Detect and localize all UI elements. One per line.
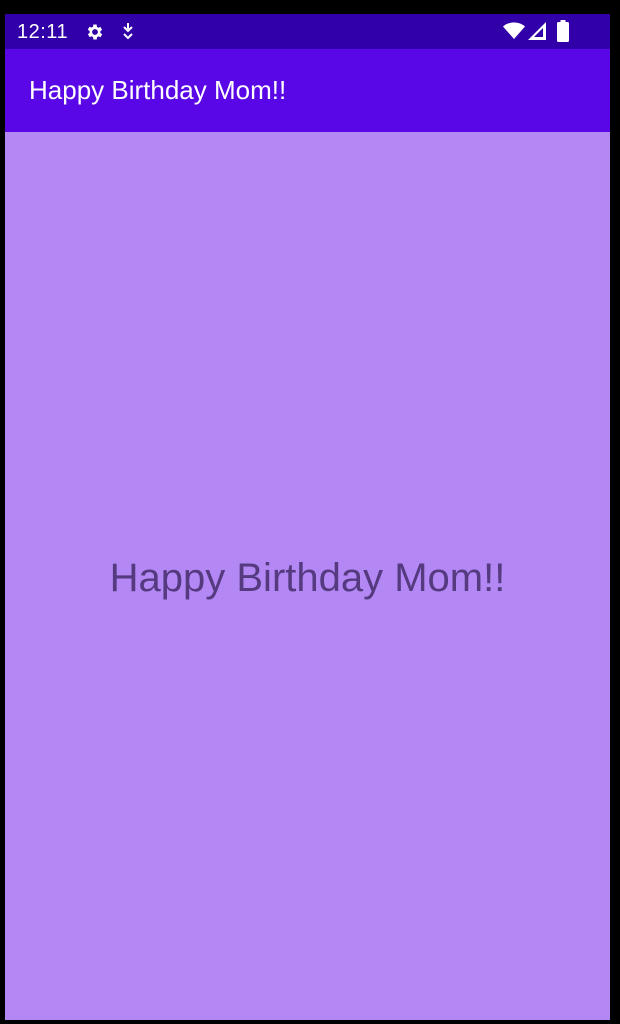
cell-signal-icon [528, 22, 546, 40]
main-content: Happy Birthday Mom!! [5, 132, 610, 1020]
phone-screen: 12:11 Happy Birthday Mom!! Happy Birthda… [5, 14, 610, 1020]
birthday-message: Happy Birthday Mom!! [109, 556, 506, 600]
app-title: Happy Birthday Mom!! [29, 75, 287, 105]
app-bar: Happy Birthday Mom!! [5, 49, 610, 132]
status-time: 12:11 [17, 21, 69, 43]
status-bar: 12:11 [5, 14, 610, 49]
wifi-icon [503, 22, 525, 39]
download-arrow-icon [123, 23, 133, 40]
battery-icon [557, 20, 569, 42]
gear-icon [87, 24, 103, 40]
